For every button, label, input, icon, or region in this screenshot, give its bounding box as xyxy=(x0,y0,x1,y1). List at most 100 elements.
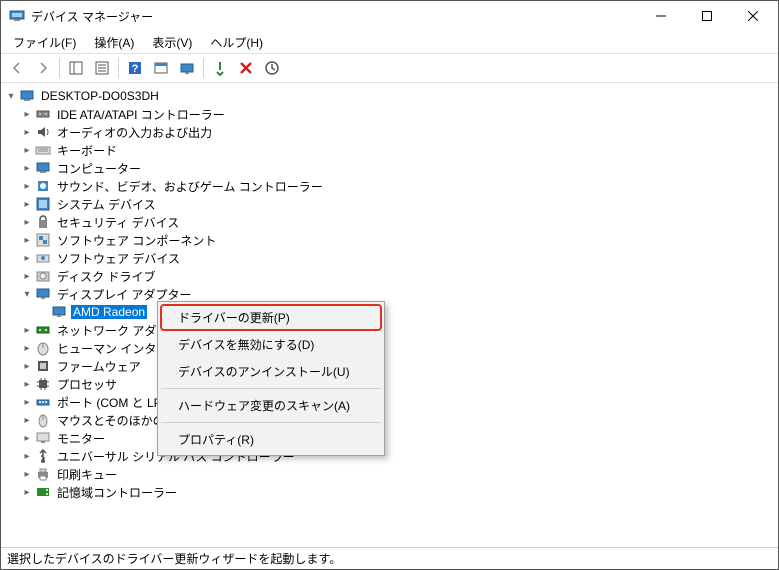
update-driver-button[interactable] xyxy=(175,56,199,80)
printer-icon xyxy=(35,466,51,482)
tree-item[interactable]: ▸AMD Radeon xyxy=(3,303,776,321)
expander-icon[interactable]: ▸ xyxy=(19,376,35,392)
tree-item[interactable]: ▸ポート (COM と LP xyxy=(3,393,776,411)
tree-item[interactable]: ▸サウンド、ビデオ、およびゲーム コントローラー xyxy=(3,177,776,195)
menu-file[interactable]: ファイル(F) xyxy=(5,32,84,53)
menubar: ファイル(F) 操作(A) 表示(V) ヘルプ(H) xyxy=(1,31,778,53)
tree-label: ソフトウェア コンポーネント xyxy=(55,232,218,249)
ctx-update-driver[interactable]: ドライバーの更新(P) xyxy=(160,304,382,331)
expander-icon[interactable]: ▸ xyxy=(19,196,35,212)
expander-icon[interactable]: ▸ xyxy=(19,394,35,410)
disable-button[interactable] xyxy=(234,56,258,80)
tree-label: IDE ATA/ATAPI コントローラー xyxy=(55,106,227,123)
tree-label: 印刷キュー xyxy=(55,466,119,483)
expander-icon[interactable]: ▸ xyxy=(19,124,35,140)
port-icon xyxy=(35,394,51,410)
svg-text:?: ? xyxy=(132,63,139,75)
computer-icon xyxy=(35,160,51,176)
tree-label: オーディオの入力および出力 xyxy=(55,124,214,141)
expander-icon[interactable]: ▾ xyxy=(3,88,19,104)
expander-icon[interactable]: ▸ xyxy=(19,340,35,356)
tree-item[interactable]: ▸記憶域コントローラー xyxy=(3,483,776,501)
tree-root[interactable]: ▾DESKTOP-DO0S3DH xyxy=(3,87,776,105)
tree-item[interactable]: ▸ヒューマン インターフ xyxy=(3,339,776,357)
close-button[interactable] xyxy=(730,1,776,31)
expander-icon[interactable]: ▸ xyxy=(19,214,35,230)
storage-icon xyxy=(35,484,51,500)
enable-button[interactable] xyxy=(208,56,232,80)
show-hide-button[interactable] xyxy=(64,56,88,80)
display-icon xyxy=(51,304,67,320)
app-icon xyxy=(9,8,25,24)
expander-icon[interactable]: ▸ xyxy=(19,142,35,158)
tree-item[interactable]: ▸ システム デバイス xyxy=(3,195,776,213)
tree-item[interactable]: ▸セキュリティ デバイス xyxy=(3,213,776,231)
ctx-uninstall-device[interactable]: デバイスのアンインストール(U) xyxy=(160,358,382,385)
tree-label: ディスプレイ アダプター xyxy=(55,286,194,303)
tree-label: コンピューター xyxy=(55,160,143,177)
tree-item[interactable]: ▸ モニター xyxy=(3,429,776,447)
scan-button[interactable] xyxy=(260,56,284,80)
tree-label: AMD Radeon xyxy=(71,305,147,319)
ctx-scan-hardware[interactable]: ハードウェア変更のスキャン(A) xyxy=(160,392,382,419)
tree-item[interactable]: ▸ ソフトウェア デバイス xyxy=(3,249,776,267)
expander-icon[interactable]: ▸ xyxy=(19,484,35,500)
expander-icon[interactable]: ▸ xyxy=(19,178,35,194)
ctx-properties[interactable]: プロパティ(R) xyxy=(160,426,382,453)
keyboard-icon xyxy=(35,142,51,158)
expander-icon[interactable]: ▸ xyxy=(19,106,35,122)
tree-item[interactable]: ▸キーボード xyxy=(3,141,776,159)
tree-label: システム デバイス xyxy=(55,196,158,213)
swcomp-icon xyxy=(35,232,51,248)
action-button[interactable] xyxy=(149,56,173,80)
tree-label: マウスとそのほかの xyxy=(55,412,167,429)
ctx-disable-device[interactable]: デバイスを無効にする(D) xyxy=(160,331,382,358)
audio-icon xyxy=(35,124,51,140)
forward-button[interactable] xyxy=(31,56,55,80)
ide-icon xyxy=(35,106,51,122)
toolbar: ? xyxy=(1,53,778,83)
computer-icon xyxy=(19,88,35,104)
expander-icon[interactable]: ▸ xyxy=(19,430,35,446)
expander-icon[interactable]: ▸ xyxy=(19,466,35,482)
tree-label: ソフトウェア デバイス xyxy=(55,250,182,267)
expander-icon[interactable]: ▸ xyxy=(19,160,35,176)
device-tree[interactable]: ▾DESKTOP-DO0S3DH▸IDE ATA/ATAPI コントローラー▸オ… xyxy=(1,83,778,547)
tree-item[interactable]: ▸ オーディオの入力および出力 xyxy=(3,123,776,141)
firmware-icon xyxy=(35,358,51,374)
tree-item[interactable]: ▸ ソフトウェア コンポーネント xyxy=(3,231,776,249)
expander-icon[interactable]: ▸ xyxy=(19,250,35,266)
status-text: 選択したデバイスのドライバー更新ウィザードを起動します。 xyxy=(7,550,341,567)
tree-item[interactable]: ▸ 印刷キュー xyxy=(3,465,776,483)
tree-item[interactable]: ▸ネットワーク アダプタ xyxy=(3,321,776,339)
tree-item[interactable]: ▸ コンピューター xyxy=(3,159,776,177)
back-button[interactable] xyxy=(5,56,29,80)
hid-icon xyxy=(35,340,51,356)
expander-icon[interactable]: ▸ xyxy=(19,448,35,464)
tree-label: プロセッサ xyxy=(55,376,119,393)
menu-action[interactable]: 操作(A) xyxy=(86,32,142,53)
security-icon xyxy=(35,214,51,230)
properties-button[interactable] xyxy=(90,56,114,80)
menu-help[interactable]: ヘルプ(H) xyxy=(202,32,271,53)
expander-icon[interactable]: ▸ xyxy=(19,232,35,248)
tree-item[interactable]: ▸ IDE ATA/ATAPI コントローラー xyxy=(3,105,776,123)
maximize-button[interactable] xyxy=(684,1,730,31)
tree-item[interactable]: ▸ファームウェア xyxy=(3,357,776,375)
tree-item[interactable]: ▸ユニバーサル シリアル バス コントローラー xyxy=(3,447,776,465)
tree-item[interactable]: ▸ マウスとそのほかの xyxy=(3,411,776,429)
menu-view[interactable]: 表示(V) xyxy=(144,32,200,53)
expander-icon[interactable]: ▸ xyxy=(19,358,35,374)
tree-label: モニター xyxy=(55,430,107,447)
expander-icon[interactable]: ▸ xyxy=(19,412,35,428)
titlebar: デバイス マネージャー xyxy=(1,1,778,31)
expander-icon[interactable]: ▸ xyxy=(19,322,35,338)
tree-item[interactable]: ▸ プロセッサ xyxy=(3,375,776,393)
tree-item[interactable]: ▾ ディスプレイ アダプター xyxy=(3,285,776,303)
network-icon xyxy=(35,322,51,338)
help-button[interactable]: ? xyxy=(123,56,147,80)
expander-icon[interactable]: ▾ xyxy=(19,286,35,302)
tree-item[interactable]: ▸ディスク ドライブ xyxy=(3,267,776,285)
expander-icon[interactable]: ▸ xyxy=(19,268,35,284)
minimize-button[interactable] xyxy=(638,1,684,31)
